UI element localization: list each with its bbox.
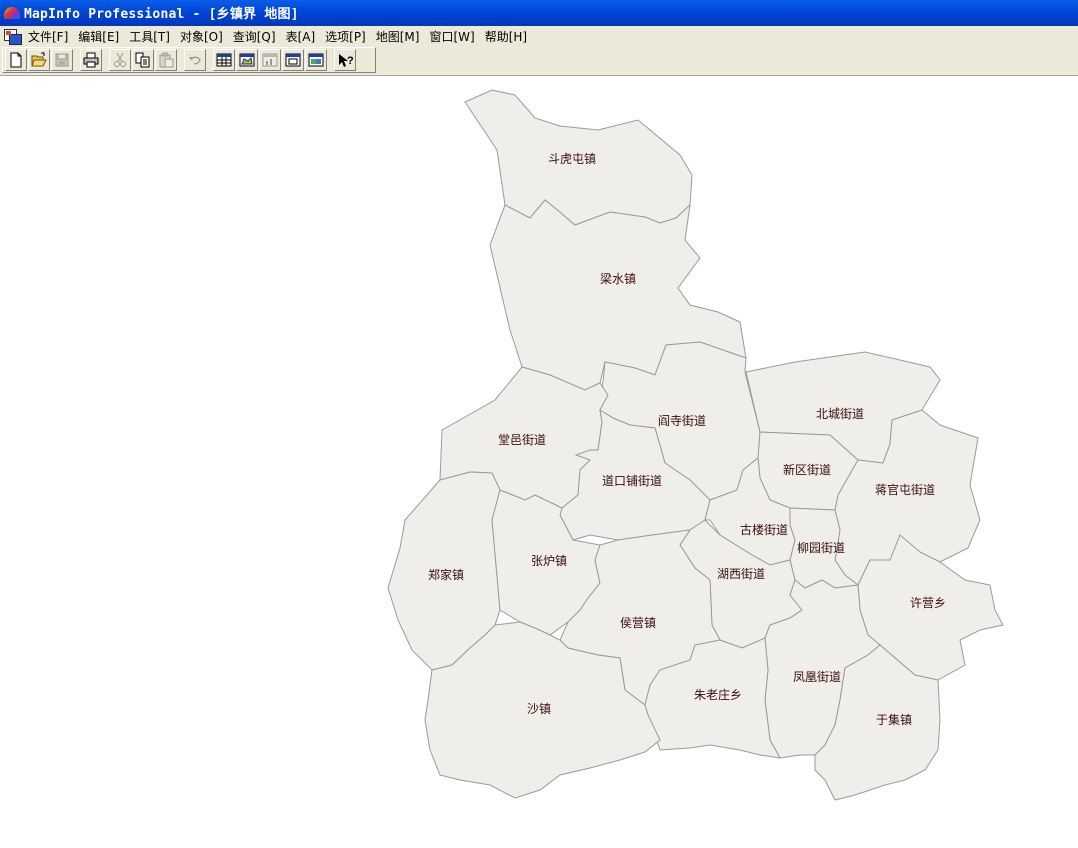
map-canvas[interactable]: 斗虎屯镇 梁水镇 阎寺街道 北城街道 堂邑街道 道口铺街道 新区街道 蒋官屯街道… (0, 77, 1078, 848)
label-zhulaozhuang: 朱老庄乡 (694, 687, 742, 702)
label-sha: 沙镇 (527, 702, 551, 716)
new-grapher-icon (262, 53, 278, 67)
new-layout-icon (285, 53, 301, 67)
new-browser-button[interactable] (213, 49, 235, 71)
label-fenghuang: 凤凰街道 (793, 670, 841, 684)
new-mapper-icon (239, 53, 255, 67)
label-tangyi: 堂邑街道 (498, 433, 546, 447)
help-icon: ? (339, 54, 353, 67)
new-layout-button[interactable] (282, 49, 304, 71)
menu-query[interactable]: 查询[Q] (229, 28, 282, 45)
menu-map[interactable]: 地图[M] (372, 28, 426, 45)
open-icon (31, 52, 47, 67)
label-jiangguantun: 蒋官屯街道 (875, 482, 935, 497)
label-zhanglu: 张炉镇 (531, 554, 567, 568)
save-icon (55, 53, 69, 67)
label-daokoupu: 道口铺街道 (602, 474, 662, 488)
undo-icon (189, 56, 201, 65)
menu-bar: 文件[F] 编辑[E] 工具[T] 对象[O] 查询[Q] 表[A] 选项[P]… (0, 26, 1078, 46)
new-browser-icon (216, 53, 232, 67)
label-houying: 侯营镇 (620, 616, 656, 630)
label-douhutun: 斗虎屯镇 (548, 152, 596, 166)
label-gulou: 古楼街道 (740, 522, 788, 537)
print-icon (83, 52, 99, 68)
menu-table[interactable]: 表[A] (282, 28, 322, 45)
open-button[interactable] (28, 49, 50, 71)
label-huxi: 湖西街道 (717, 566, 765, 581)
copy-icon (135, 52, 150, 68)
print-button[interactable] (80, 49, 102, 71)
window-title: MapInfo Professional - [乡镇界 地图] (24, 7, 299, 22)
map-window[interactable]: 斗虎屯镇 梁水镇 阎寺街道 北城街道 堂邑街道 道口铺街道 新区街道 蒋官屯街道… (0, 77, 1078, 848)
label-yansi: 阎寺街道 (658, 414, 706, 428)
label-xuying: 许营乡 (910, 596, 946, 610)
help-button[interactable]: ? (334, 49, 356, 71)
toolbar-row: ? (0, 46, 1078, 76)
standard-toolbar: ? (2, 47, 376, 73)
new-mapper-button[interactable] (236, 49, 258, 71)
svg-text:?: ? (347, 55, 353, 67)
label-liangshui: 梁水镇 (600, 271, 636, 286)
save-button[interactable] (51, 49, 73, 71)
new-redistrict-button[interactable] (305, 49, 327, 71)
label-liuyuan: 柳园街道 (797, 541, 845, 555)
menu-objects[interactable]: 对象[O] (176, 28, 229, 45)
label-yuji: 于集镇 (876, 712, 912, 727)
menu-help[interactable]: 帮助[H] (481, 28, 533, 45)
cut-icon (114, 52, 126, 67)
paste-icon (159, 52, 174, 68)
menu-window[interactable]: 窗口[W] (425, 28, 480, 45)
label-beicheng: 北城街道 (816, 407, 864, 421)
new-icon (10, 52, 22, 68)
new-button[interactable] (5, 49, 27, 71)
document-window-icon[interactable] (4, 28, 22, 45)
copy-button[interactable] (132, 49, 154, 71)
menu-edit[interactable]: 编辑[E] (74, 28, 125, 45)
label-zhengjia: 郑家镇 (428, 567, 464, 582)
new-grapher-button[interactable] (259, 49, 281, 71)
cut-button[interactable] (109, 49, 131, 71)
title-bar: MapInfo Professional - [乡镇界 地图] (0, 0, 1078, 26)
menu-options[interactable]: 选项[P] (321, 28, 372, 45)
menu-tools[interactable]: 工具[T] (125, 28, 176, 45)
menu-file[interactable]: 文件[F] (24, 28, 74, 45)
new-redistrict-icon (308, 53, 324, 67)
label-xinqu: 新区街道 (783, 462, 831, 477)
mapinfo-app-icon[interactable] (4, 5, 20, 21)
paste-button[interactable] (155, 49, 177, 71)
undo-button[interactable] (184, 49, 206, 71)
